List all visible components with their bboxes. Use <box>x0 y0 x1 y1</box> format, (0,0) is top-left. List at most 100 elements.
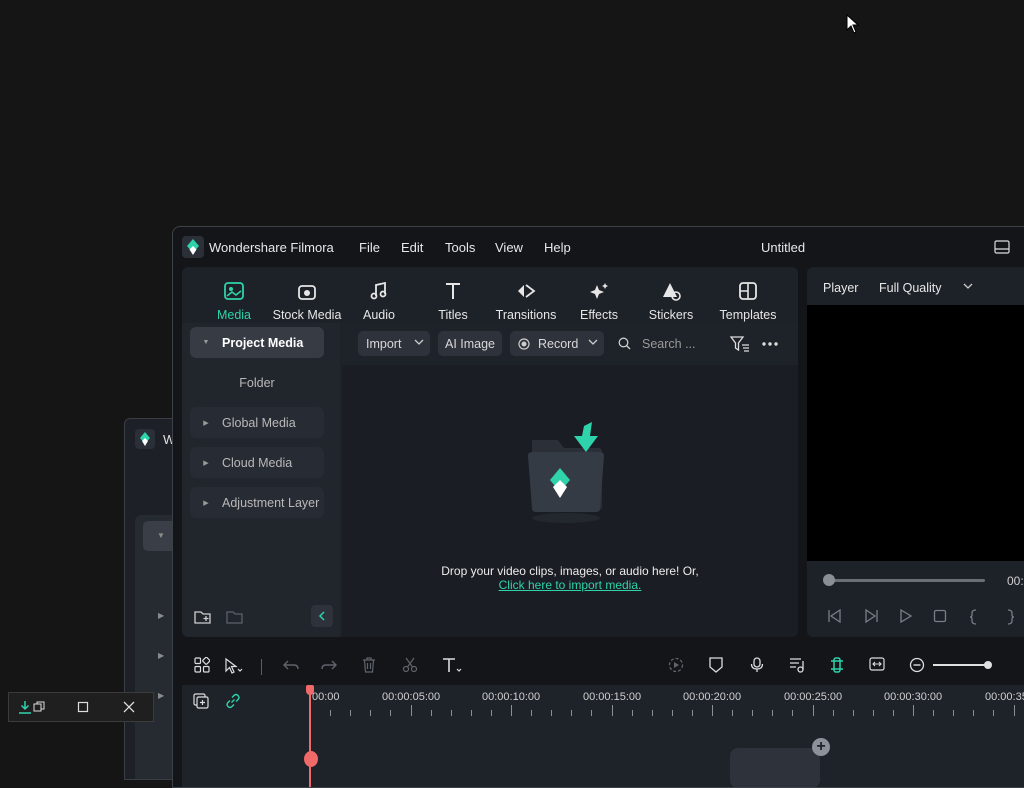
maximize-icon[interactable] <box>75 699 91 715</box>
delete-icon[interactable] <box>362 657 376 673</box>
record-button[interactable]: Record <box>510 331 604 356</box>
microphone-icon[interactable] <box>750 657 764 673</box>
tab-label: Transitions <box>495 308 557 322</box>
tab-label: Media <box>216 308 252 322</box>
previous-frame-icon[interactable] <box>827 609 843 623</box>
sidebar-item-label: Global Media <box>222 415 296 430</box>
track-header-column <box>182 685 308 787</box>
zoom-slider-track[interactable] <box>933 664 989 666</box>
sidebar-item-global-media[interactable]: ▶ Global Media <box>190 407 324 438</box>
audio-mixer-icon[interactable] <box>789 657 805 673</box>
playhead-bottom-handle[interactable] <box>304 751 318 767</box>
play-icon[interactable] <box>899 609 913 623</box>
restore-window-icon[interactable] <box>31 699 47 715</box>
stock-media-icon <box>297 275 317 301</box>
close-icon[interactable] <box>121 699 137 715</box>
folder-icon <box>226 609 244 625</box>
tab-stickers[interactable]: Stickers <box>646 267 696 323</box>
effects-sparkle-icon <box>588 275 610 301</box>
ai-image-label: AI Image <box>444 336 496 351</box>
timeline-ruler[interactable]: 00:00 00:00:05:00 00:00:10:00 00:00:15:0… <box>310 685 1024 719</box>
menu-tools[interactable]: Tools <box>445 240 475 255</box>
tab-label: Titles <box>438 308 468 322</box>
tab-transitions[interactable]: Transitions <box>494 267 558 323</box>
selection-tool-icon[interactable] <box>224 657 244 675</box>
templates-icon <box>738 275 758 301</box>
tab-audio[interactable]: Audio <box>354 267 404 323</box>
menu-view[interactable]: View <box>495 240 523 255</box>
more-options-icon[interactable] <box>762 342 778 346</box>
sidebar-item-folder[interactable]: Folder <box>190 367 324 398</box>
add-text-icon[interactable] <box>442 657 462 673</box>
next-frame-icon[interactable] <box>863 609 879 623</box>
menu-help[interactable]: Help <box>544 240 571 255</box>
media-icon <box>223 275 245 301</box>
marker-shield-icon[interactable] <box>709 657 723 673</box>
redo-icon[interactable] <box>321 657 337 673</box>
media-sidebar: ▼ Project Media Folder ▶ Global Media ▶ … <box>182 323 340 637</box>
record-label: Record <box>538 336 579 351</box>
render-preview-icon[interactable] <box>668 657 684 673</box>
fit-timeline-icon[interactable] <box>869 657 885 671</box>
ai-image-button[interactable]: AI Image <box>438 331 502 356</box>
drop-media-track-placeholder[interactable] <box>730 748 820 787</box>
menu-edit[interactable]: Edit <box>401 240 423 255</box>
playhead-handle[interactable] <box>306 685 314 695</box>
tab-titles[interactable]: Titles <box>428 267 478 323</box>
tab-label: Effects <box>580 308 618 322</box>
sidebar-item-project-media[interactable]: ▼ Project Media <box>190 327 324 358</box>
split-scissors-icon[interactable] <box>402 657 418 673</box>
search-icon <box>618 337 631 350</box>
media-toolbar: Import AI Image Record <box>342 323 798 365</box>
filmora-logo-icon <box>182 236 204 258</box>
expand-arrow-icon[interactable]: ▶ <box>158 691 164 700</box>
undo-icon[interactable] <box>283 657 299 673</box>
import-button[interactable]: Import <box>358 331 430 356</box>
add-media-plus-icon[interactable]: + <box>812 738 830 756</box>
mark-in-icon[interactable] <box>969 609 979 625</box>
snap-magnet-icon[interactable] <box>828 657 846 673</box>
ruler-label: 00:00:10:00 <box>482 691 541 703</box>
search-input[interactable] <box>640 336 724 352</box>
app-title: Wondershare Filmora <box>209 240 334 255</box>
playback-progress-knob[interactable] <box>823 574 835 586</box>
record-icon <box>518 337 530 350</box>
expand-arrow-icon[interactable]: ▶ <box>158 651 164 660</box>
link-icon[interactable] <box>225 693 241 709</box>
ruler-label: 00:00:05:00 <box>382 691 441 703</box>
add-track-icon[interactable] <box>193 693 209 709</box>
document-title: Untitled <box>761 240 806 255</box>
layout-icon[interactable] <box>994 240 1010 254</box>
collapse-arrow-icon: ▼ <box>202 339 210 346</box>
expand-arrow-icon[interactable]: ▶ <box>158 611 164 620</box>
multi-layout-icon[interactable] <box>194 657 210 673</box>
tab-media[interactable]: Media <box>208 267 260 323</box>
tab-label: Templates <box>719 308 777 322</box>
media-library-panel: Media Stock Media Audio Titles Transitio… <box>182 267 798 637</box>
tab-stock-media[interactable]: Stock Media <box>272 267 342 323</box>
ruler-label: 00:00:30:00 <box>884 691 943 703</box>
mouse-cursor-icon <box>846 14 860 34</box>
mark-out-icon[interactable] <box>1005 609 1015 625</box>
tab-effects[interactable]: Effects <box>574 267 624 323</box>
playhead-line[interactable] <box>309 685 311 787</box>
import-label: Import <box>366 336 402 351</box>
zoom-out-icon[interactable] <box>909 657 925 673</box>
title-bar: Wondershare Filmora File Edit Tools View… <box>173 227 1024 265</box>
menu-file[interactable]: File <box>359 240 380 255</box>
playback-progress-track[interactable] <box>829 579 985 582</box>
expand-arrow-icon: ▶ <box>203 419 209 427</box>
expand-arrow-icon: ▶ <box>203 499 209 507</box>
chevron-down-icon[interactable] <box>963 283 973 289</box>
sidebar-item-adjustment-layer[interactable]: ▶ Adjustment Layer <box>190 487 324 518</box>
stop-icon[interactable] <box>933 609 947 623</box>
zoom-slider-knob[interactable] <box>984 661 992 669</box>
tab-templates[interactable]: Templates <box>716 267 780 323</box>
filter-icon[interactable] <box>730 336 750 352</box>
new-folder-icon[interactable] <box>194 609 212 625</box>
collapse-sidebar-button[interactable] <box>311 605 333 627</box>
quality-dropdown[interactable]: Full Quality <box>879 281 942 295</box>
import-media-link[interactable]: Click here to import media. <box>342 578 798 592</box>
sidebar-item-cloud-media[interactable]: ▶ Cloud Media <box>190 447 324 478</box>
floating-mini-toolbar <box>8 692 154 722</box>
